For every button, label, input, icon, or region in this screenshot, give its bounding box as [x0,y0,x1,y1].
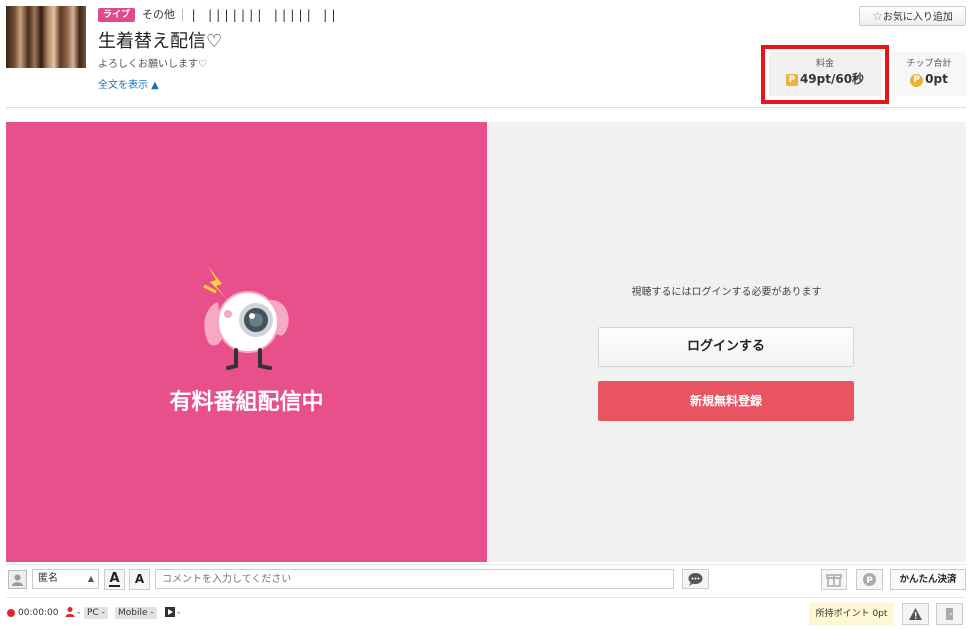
divider [182,9,183,21]
show-full-text-link[interactable]: 全文を表示 ▲ [98,79,159,93]
send-comment-button[interactable] [682,569,709,589]
login-required-message: 視聴するにはログインする必要があります [631,287,822,298]
comment-bar-divider [6,564,966,565]
broadcaster-name[interactable]: | ||||||| ||||| || [190,7,338,23]
owned-points: 所持ポイント 0pt [809,603,894,625]
speech-bubble-icon [688,573,703,586]
pc-viewers-chip: PC - [84,607,108,619]
exit-button[interactable] [936,603,963,625]
tip-total-value: P 0pt [892,70,966,88]
point-button[interactable]: P [856,569,883,590]
play-count-icon [165,607,175,617]
viewer-count: - [77,608,81,618]
mobile-viewers-chip: Mobile - [115,607,157,619]
dropdown-arrow-icon: ▲ [87,574,94,583]
svg-text:P: P [866,576,873,586]
login-button[interactable]: ログインする [598,327,854,367]
warning-icon [909,608,922,620]
header-divider [6,107,966,108]
program-description: よろしくお願いします♡ [98,59,207,70]
price-highlight-box [761,45,889,104]
play-count: - [177,608,181,618]
font-size-button[interactable]: A [129,569,150,590]
paid-program-status: 有料番組配信中 [169,390,324,415]
gift-icon [826,574,842,587]
easy-payment-button[interactable]: かんたん決済 [890,569,966,590]
status-divider [6,597,966,598]
avatar-button[interactable] [8,570,27,589]
font-color-button[interactable]: A [104,569,125,590]
avatar-icon [12,574,23,586]
report-button[interactable] [902,603,929,625]
live-badge: ライブ [98,8,136,22]
name-select[interactable]: 匿名 ▲ [32,569,99,589]
viewer-icon [65,607,75,617]
tip-total-label: チップ合計 [906,59,952,69]
gift-button[interactable] [821,569,847,590]
program-title: 生着替え配信♡ [98,31,223,52]
tip-total-box: チップ合計 P 0pt [892,52,966,96]
add-favorite-button[interactable]: ☆お気に入り追加 [859,6,966,26]
elapsed-time: 00:00:00 [18,608,59,618]
door-icon [946,608,953,620]
record-dot-icon [7,609,15,617]
star-icon: ☆ [872,9,883,23]
camera-mascot-icon [203,266,289,370]
point-coin-icon: P [910,74,924,87]
category-label: その他 [142,8,175,21]
comment-input[interactable] [155,569,674,589]
broadcaster-thumbnail[interactable] [6,6,86,68]
free-register-button[interactable]: 新規無料登録 [598,381,854,421]
point-circle-icon: P [863,573,876,586]
